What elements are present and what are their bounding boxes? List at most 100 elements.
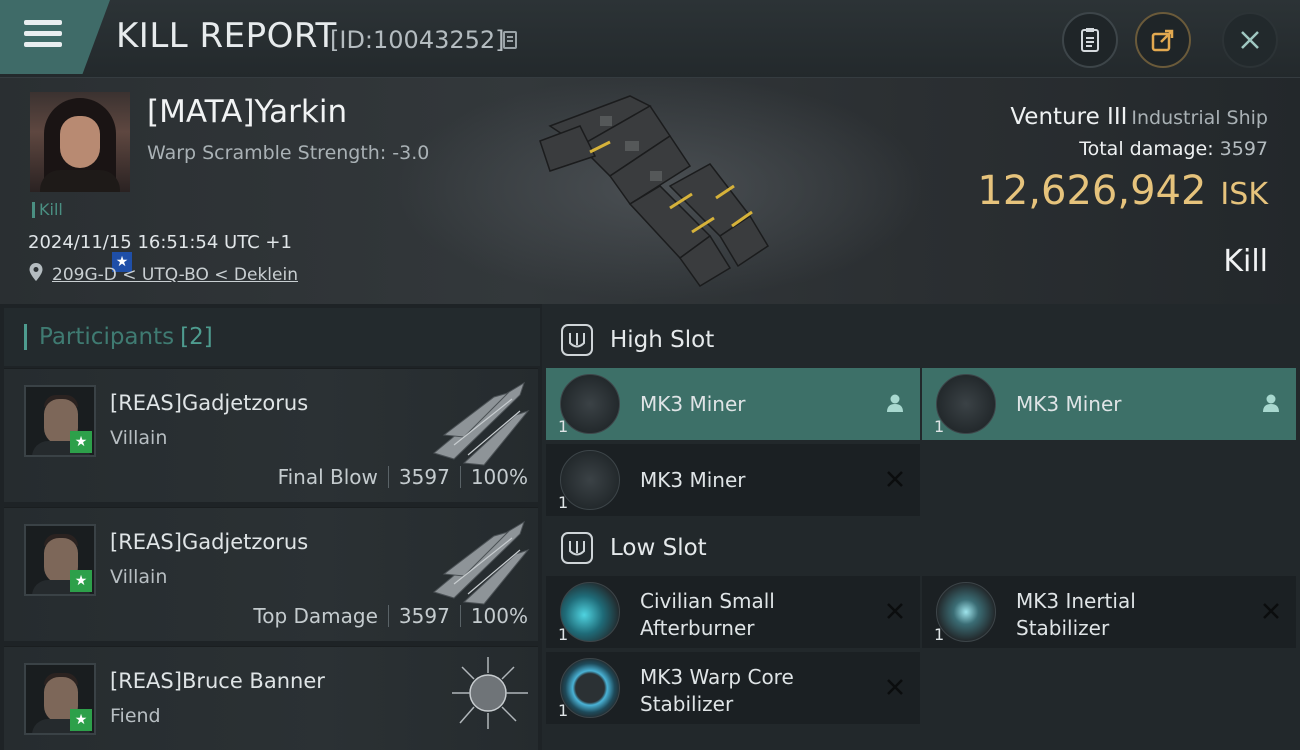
module-name: Civilian Small Afterburner (640, 588, 775, 642)
module-name: MK3 Miner (1016, 392, 1122, 416)
module-qty: 1 (558, 625, 569, 644)
clipboard-icon (1081, 28, 1099, 52)
participants-panel: Participants [2] ★ [REAS]Gadjetzorus Vil… (0, 304, 542, 750)
participants-header[interactable]: Participants [2] (4, 308, 540, 366)
destroyed-x-icon (887, 603, 903, 619)
high-slot-label: High Slot (610, 327, 715, 353)
clipboard-button[interactable] (1062, 12, 1118, 68)
star-icon: ★ (70, 709, 92, 731)
total-damage-label: Total damage: (1079, 138, 1214, 160)
module-name-line1: Civilian Small (640, 589, 775, 613)
participant-row[interactable]: ★ [REAS]Gadjetzorus Villain Top Damage 3… (4, 507, 538, 641)
participant-stats: Top Damage 3597 100% (253, 604, 528, 628)
module-item[interactable]: 1 MK3 Inertial Stabilizer (922, 576, 1296, 648)
participant-role: Villain (110, 427, 168, 449)
module-item[interactable]: 1 Civilian Small Afterburner (546, 576, 920, 648)
share-button[interactable] (1135, 12, 1191, 68)
damage-percent: 100% (470, 604, 528, 628)
damage-percent: 100% (470, 465, 528, 489)
module-name-line2: Afterburner (640, 616, 755, 640)
module-qty: 1 (934, 625, 945, 644)
copy-icon[interactable] (503, 31, 517, 49)
participant-stats: Final Blow 3597 100% (278, 465, 528, 489)
participant-ship-image (432, 381, 530, 466)
close-icon (1241, 31, 1259, 49)
kill-tag: Kill (32, 202, 63, 218)
isk-unit: ISK (1220, 177, 1268, 212)
module-qty: 1 (558, 701, 569, 720)
pilot-icon[interactable] (884, 392, 906, 414)
page-title: KILL REPORT (116, 16, 337, 56)
participants-label: Participants (39, 324, 175, 350)
pilot-icon[interactable] (1260, 392, 1282, 414)
location-pin-icon (29, 263, 43, 281)
stat-label: Final Blow (277, 465, 378, 489)
warp-core-stabilizer-icon (560, 658, 620, 718)
module-item[interactable]: 1 MK3 Miner (546, 444, 920, 516)
module-name-line2: Stabilizer (640, 692, 734, 716)
result-label: Kill (1223, 244, 1268, 279)
module-name-line2: Stabilizer (1016, 616, 1110, 640)
victim-avatar[interactable] (30, 92, 130, 192)
participant-ship-image (432, 520, 530, 605)
module-item[interactable]: 1 MK3 Miner (922, 368, 1296, 440)
afterburner-module-icon (560, 582, 620, 642)
destroyed-x-icon (1263, 603, 1279, 619)
module-qty: 1 (934, 417, 945, 436)
participant-role: Villain (110, 566, 168, 588)
share-icon (1151, 29, 1174, 52)
ship-class: Industrial Ship (1131, 107, 1268, 129)
miner-module-icon (560, 374, 620, 434)
module-name: MK3 Warp Core Stabilizer (640, 664, 794, 718)
location-link[interactable]: 209G-D < UTQ-BO < Deklein (52, 265, 298, 285)
ship-name[interactable]: Venture III (1010, 104, 1127, 130)
total-damage: Total damage: 3597 (1079, 138, 1268, 160)
ship-image (539, 95, 770, 287)
module-name: MK3 Miner (640, 468, 746, 492)
participant-name[interactable]: [REAS]Gadjetzorus (110, 530, 308, 554)
miner-module-icon (560, 450, 620, 510)
module-qty: 1 (558, 417, 569, 436)
victim-name[interactable]: [MATA]Yarkin (147, 94, 347, 130)
total-damage-value: 3597 (1219, 138, 1268, 160)
timestamp: 2024/11/15 16:51:54 UTC +1 (28, 232, 292, 253)
high-slot-header: High Slot (542, 308, 1300, 372)
fitting-panel: High Slot 1 MK3 Miner 1 MK3 Miner 1 MK3 … (542, 304, 1300, 750)
module-name-line1: MK3 Inertial (1016, 589, 1136, 613)
report-id: [ID:10043252] (330, 26, 505, 54)
title-bar: KILL REPORT [ID:10043252] (0, 0, 1300, 78)
module-item[interactable]: 1 MK3 Warp Core Stabilizer (546, 652, 920, 724)
destroyed-x-icon (887, 471, 903, 487)
module-name: MK3 Miner (640, 392, 746, 416)
module-qty: 1 (558, 493, 569, 512)
isk-value: 12,626,942 ISK (977, 168, 1268, 214)
close-button[interactable] (1222, 12, 1278, 68)
module-name: MK3 Inertial Stabilizer (1016, 588, 1136, 642)
module-item[interactable]: 1 MK3 Miner (546, 368, 920, 440)
module-name-line1: MK3 Warp Core (640, 665, 794, 689)
participant-role: Fiend (110, 705, 161, 727)
damage-value: 3597 (398, 604, 450, 628)
high-slot-icon (561, 324, 593, 356)
menu-icon[interactable] (24, 20, 62, 52)
participant-name[interactable]: [REAS]Gadjetzorus (110, 391, 308, 415)
participant-ship-image (452, 657, 528, 729)
participant-name[interactable]: [REAS]Bruce Banner (110, 669, 325, 693)
participant-row[interactable]: ★ [REAS]Bruce Banner Fiend (4, 646, 538, 750)
victim-banner: ★ [MATA]Yarkin Warp Scramble Strength: -… (0, 78, 1300, 304)
destroyed-x-icon (887, 679, 903, 695)
inertial-stabilizer-icon (936, 582, 996, 642)
low-slot-header: Low Slot (542, 516, 1300, 580)
participants-count: [2] (180, 324, 213, 350)
low-slot-label: Low Slot (610, 535, 707, 561)
miner-module-icon (936, 374, 996, 434)
warp-scramble-strength: Warp Scramble Strength: -3.0 (147, 142, 430, 164)
star-icon: ★ (70, 431, 92, 453)
participant-row[interactable]: ★ [REAS]Gadjetzorus Villain Final Blow 3… (4, 368, 538, 502)
star-icon: ★ (70, 570, 92, 592)
stat-label: Top Damage (253, 604, 378, 628)
isk-amount: 12,626,942 (977, 168, 1207, 214)
low-slot-icon (561, 532, 593, 564)
ship-name-line: Venture III Industrial Ship (1010, 104, 1268, 130)
damage-value: 3597 (398, 465, 450, 489)
